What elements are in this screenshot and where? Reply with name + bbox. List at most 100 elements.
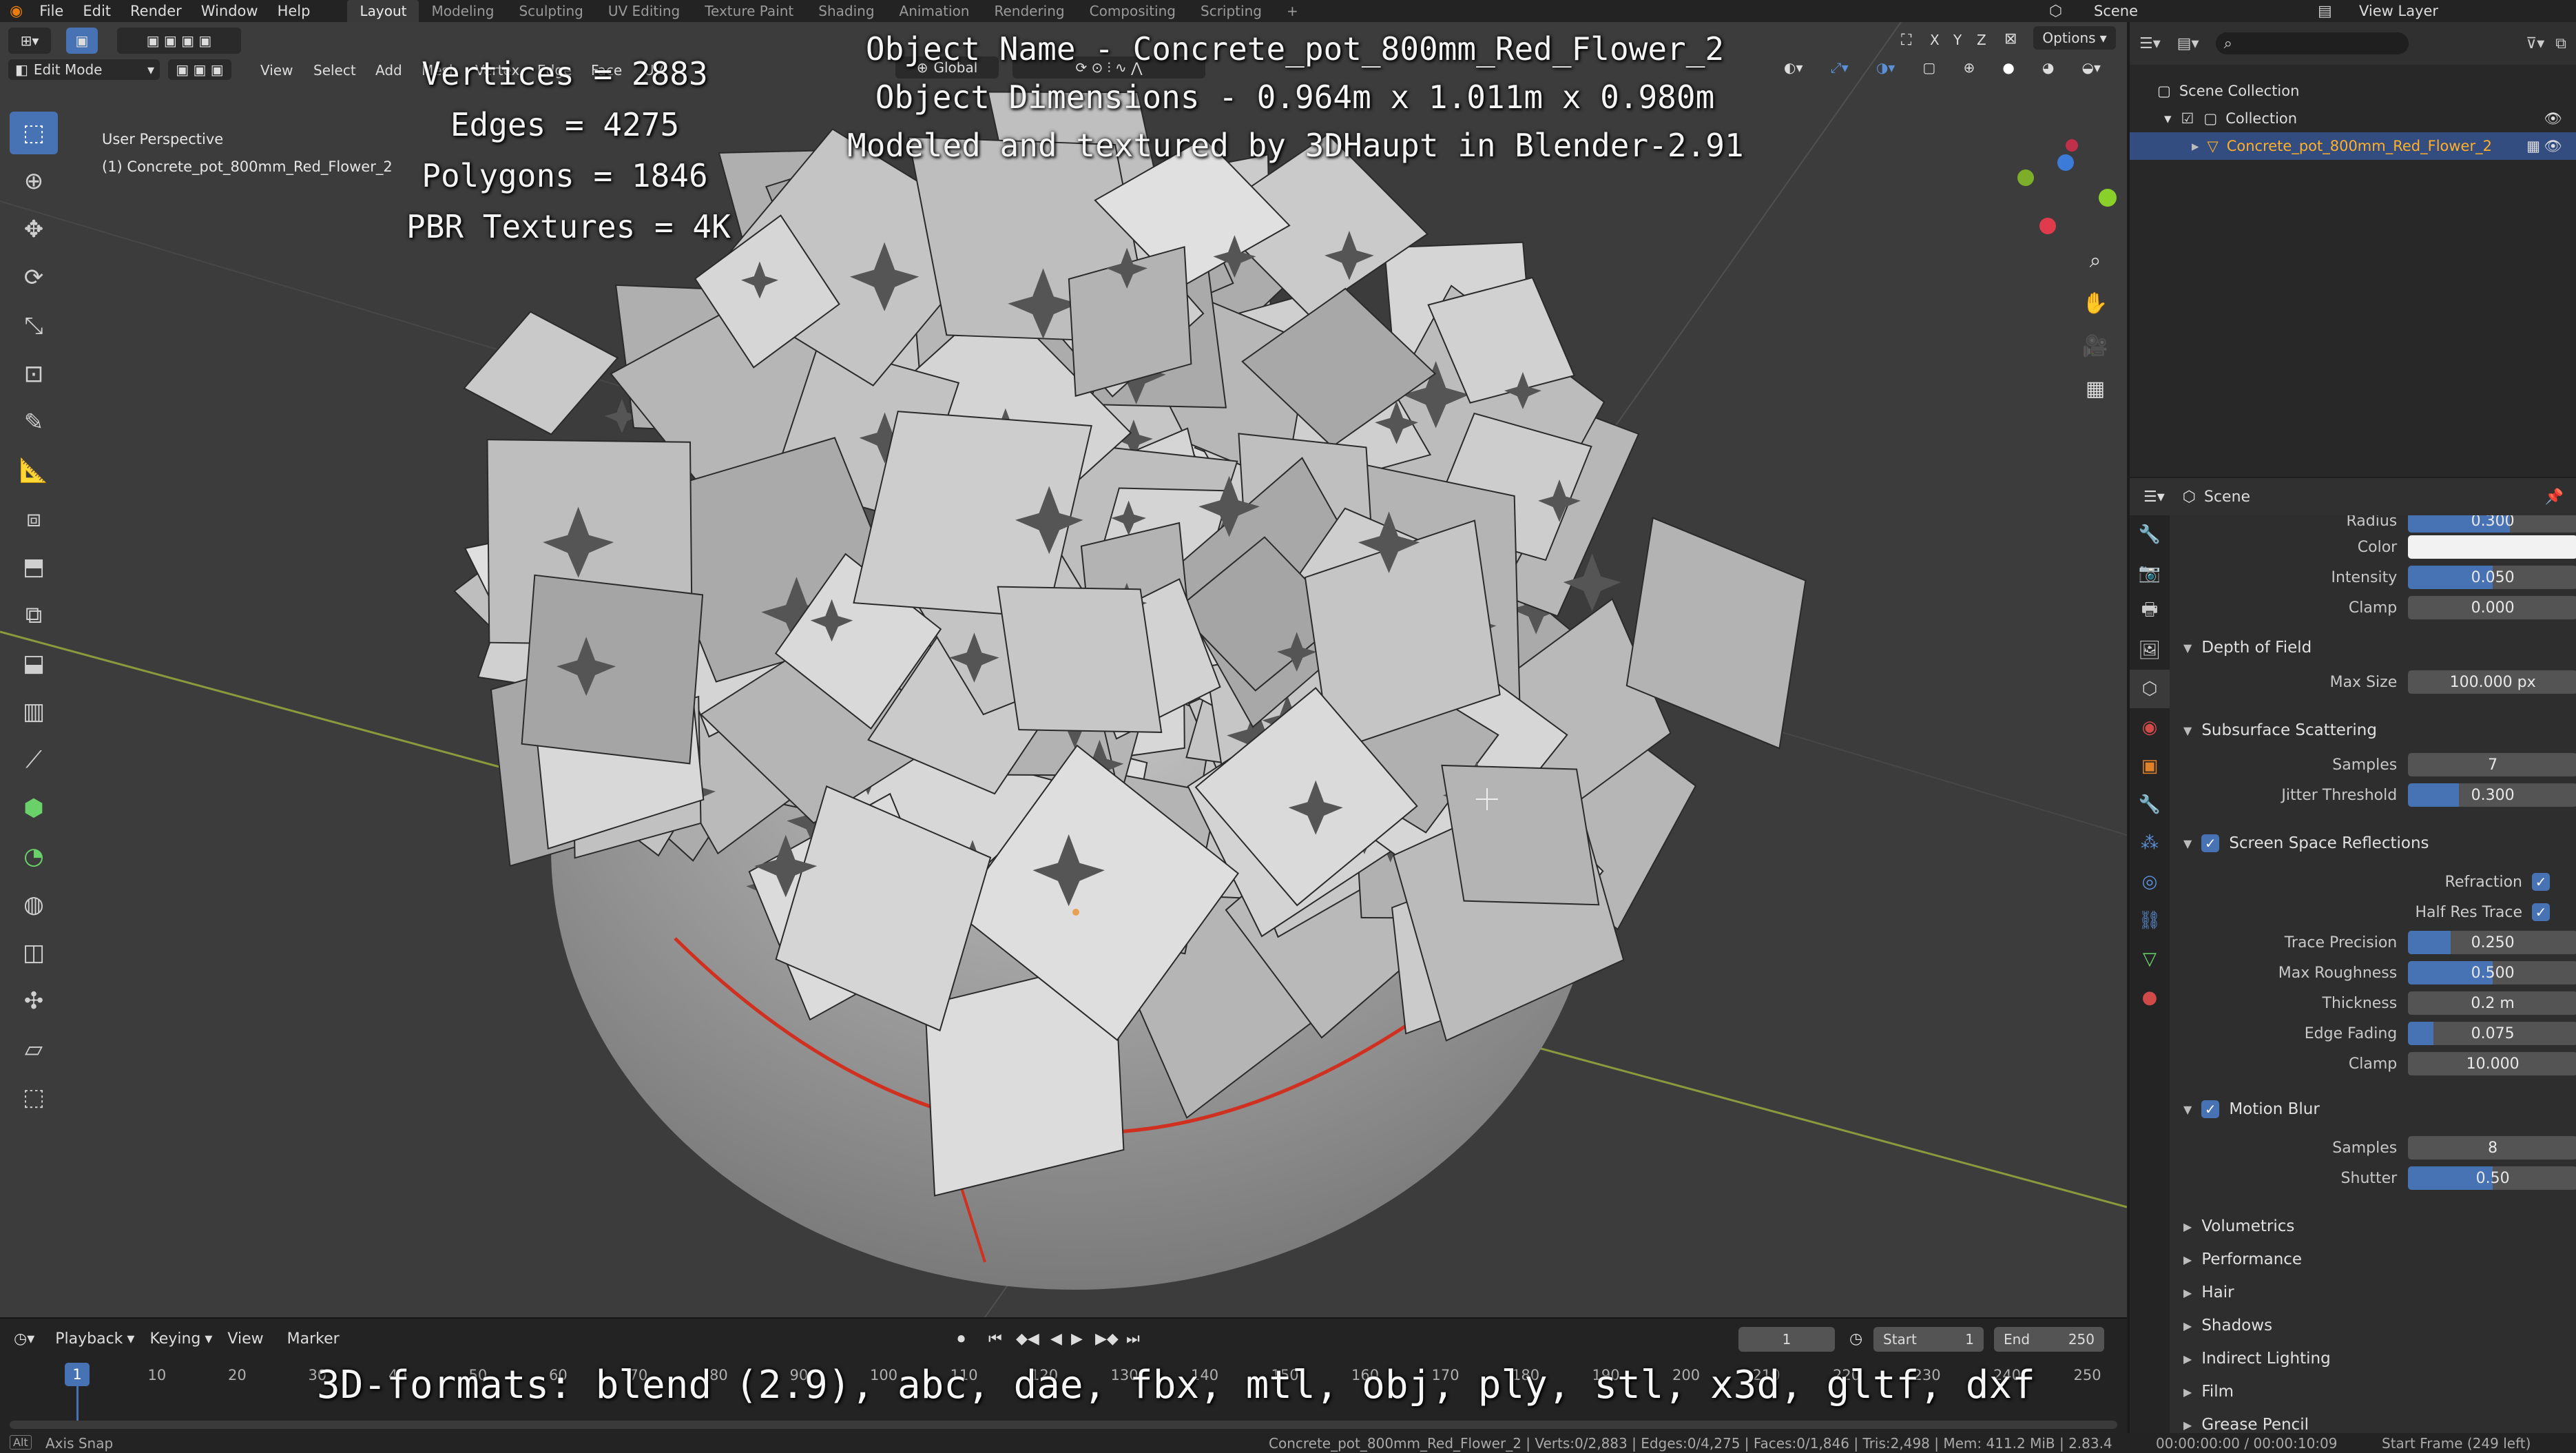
eye-icon[interactable]: 👁: [2544, 138, 2562, 155]
render-tab-icon[interactable]: 📷: [2130, 554, 2170, 592]
outliner-object[interactable]: ▸ ▽ Concrete_pot_800mm_Red_Flower_2 ▦ 👁: [2130, 132, 2576, 160]
thickness-field[interactable]: 0.2 m: [2408, 991, 2576, 1015]
menu-view[interactable]: View: [227, 1330, 263, 1348]
ssr-clamp-field[interactable]: 10.000: [2408, 1052, 2576, 1075]
editor-type-icon[interactable]: ◷▾: [14, 1330, 34, 1348]
performance-panel[interactable]: ▶ Performance: [2170, 1243, 2576, 1276]
clock-icon[interactable]: ◷: [1849, 1330, 1862, 1348]
tool-tab-icon[interactable]: 🔧: [2130, 515, 2170, 554]
menu-keying[interactable]: Keying: [149, 1330, 200, 1348]
material-shading-icon[interactable]: ◕: [2042, 59, 2054, 76]
end-frame-field[interactable]: End 250: [1994, 1327, 2104, 1352]
chevron-down-icon[interactable]: ▾: [2164, 110, 2172, 127]
bevel-tool-icon[interactable]: ⬓: [10, 642, 58, 685]
motion-blur-panel[interactable]: ▼ ✓ Motion Blur: [2170, 1093, 2576, 1126]
outliner-search-input[interactable]: ⌕: [2215, 32, 2409, 54]
new-collection-icon[interactable]: ⧉: [2555, 35, 2566, 52]
jump-start-icon[interactable]: ⏮: [988, 1330, 1002, 1348]
overlay-toggle-icon[interactable]: ◑▾: [1876, 59, 1895, 76]
refraction-checkbox[interactable]: ✓: [2532, 873, 2550, 891]
knife-tool-icon[interactable]: ⟋: [10, 739, 58, 781]
record-button[interactable]: ⏺: [957, 1330, 965, 1348]
menu-playback[interactable]: Playback: [55, 1330, 123, 1348]
shear-tool-icon[interactable]: ▱: [10, 1028, 58, 1071]
material-tab-icon[interactable]: ●: [2130, 978, 2170, 1017]
shutter-slider[interactable]: 0.50: [2408, 1166, 2576, 1190]
select-box-button[interactable]: ▣: [66, 28, 98, 54]
max-roughness-slider[interactable]: 0.500: [2408, 961, 2576, 985]
modifier-tab-icon[interactable]: 🔧: [2130, 785, 2170, 824]
indirect-lighting-panel[interactable]: ▶ Indirect Lighting: [2170, 1342, 2576, 1375]
tab-shading[interactable]: Shading: [806, 0, 886, 22]
tab-animation[interactable]: Animation: [887, 0, 982, 22]
display-mode-icon[interactable]: ▤▾: [2177, 35, 2199, 52]
edge-slide-tool-icon[interactable]: ◫: [10, 931, 58, 974]
loop-cut-tool-icon[interactable]: ▥: [10, 690, 58, 733]
spin-tool-icon[interactable]: ◔: [10, 835, 58, 878]
menu-view[interactable]: View: [260, 62, 293, 79]
z-axis-icon[interactable]: [2057, 154, 2074, 171]
tab-rendering[interactable]: Rendering: [981, 0, 1077, 22]
filter-icon[interactable]: ⊽▾: [2526, 35, 2544, 52]
hair-panel[interactable]: ▶ Hair: [2170, 1276, 2576, 1309]
volumetrics-panel[interactable]: ▶ Volumetrics: [2170, 1210, 2576, 1243]
menu-marker[interactable]: Marker: [287, 1330, 340, 1348]
shrink-fatten-tool-icon[interactable]: ✣: [10, 980, 58, 1022]
scene-tab-icon[interactable]: ⬡: [2130, 670, 2170, 708]
view-layer-selector[interactable]: View Layer: [2359, 3, 2438, 19]
mode-selector[interactable]: ◧ Edit Mode ▾: [8, 59, 160, 80]
3d-viewport[interactable]: ⊞▾ ▣ ▣ ▣ ▣ ▣ ◧ Edit Mode ▾ ▣ ▣ ▣ View Se…: [0, 22, 2127, 1317]
outliner-collection[interactable]: ▾ ☑ ▢ Collection 👁: [2130, 105, 2576, 132]
scale-tool-icon[interactable]: ⤡: [10, 305, 58, 347]
editor-type-icon[interactable]: ☰▾: [2143, 488, 2165, 506]
select-tool-icon[interactable]: ⬚: [10, 112, 58, 154]
neg-x-axis-icon[interactable]: [2039, 218, 2056, 234]
render-shading-icon[interactable]: ◒▾: [2081, 59, 2101, 76]
tab-texture-paint[interactable]: Texture Paint: [692, 0, 806, 22]
tab-layout[interactable]: Layout: [347, 0, 419, 22]
constraints-tab-icon[interactable]: ⛓: [2130, 901, 2170, 940]
checkbox-icon[interactable]: ☑: [2181, 110, 2194, 127]
mesh-options-icon[interactable]: ⊠: [2004, 30, 2017, 48]
options-button[interactable]: Options ▾: [2033, 26, 2116, 50]
tab-uv-editing[interactable]: UV Editing: [596, 0, 692, 22]
menu-edit[interactable]: Edit: [73, 3, 121, 19]
particles-tab-icon[interactable]: ⁂: [2130, 824, 2170, 863]
intensity-slider[interactable]: 0.050: [2408, 566, 2576, 589]
edge-fading-slider[interactable]: 0.075: [2408, 1022, 2576, 1045]
tab-modeling[interactable]: Modeling: [419, 0, 506, 22]
mb-samples-field[interactable]: 8: [2408, 1136, 2576, 1160]
xray-toggle-icon[interactable]: ▢: [1922, 59, 1935, 76]
tab-scripting[interactable]: Scripting: [1188, 0, 1274, 22]
axis-x-toggle[interactable]: X: [1930, 32, 1940, 48]
transform-tool-icon[interactable]: ⊡: [10, 353, 58, 395]
pan-hand-icon[interactable]: ✋: [2077, 285, 2113, 321]
tab-compositing[interactable]: Compositing: [1077, 0, 1188, 22]
trace-precision-slider[interactable]: 0.250: [2408, 931, 2576, 954]
select-mode-buttons[interactable]: ▣ ▣ ▣ ▣: [117, 28, 241, 54]
half-res-checkbox[interactable]: ✓: [2532, 903, 2550, 921]
physics-tab-icon[interactable]: ◎: [2130, 863, 2170, 901]
clamp-field[interactable]: 0.000: [2408, 596, 2576, 619]
pin-icon[interactable]: 📌: [2545, 488, 2564, 506]
start-frame-field[interactable]: Start 1: [1873, 1327, 1984, 1352]
navigation-gizmo[interactable]: [1994, 139, 2118, 249]
menu-select[interactable]: Select: [313, 62, 356, 79]
mirror-icon[interactable]: ⛶: [1901, 32, 1911, 49]
editor-type-icon[interactable]: ☰▾: [2139, 35, 2161, 52]
camera-view-icon[interactable]: 🎥: [2077, 328, 2113, 364]
menu-add[interactable]: Add: [375, 62, 402, 79]
smooth-tool-icon[interactable]: ◍: [10, 883, 58, 926]
wireframe-shading-icon[interactable]: ⊕: [1963, 59, 1975, 76]
menu-window[interactable]: Window: [191, 3, 268, 19]
ssr-panel[interactable]: ▼ ✓ Screen Space Reflections: [2170, 827, 2576, 860]
poly-build-tool-icon[interactable]: ⬢: [10, 787, 58, 829]
film-panel[interactable]: ▶ Film: [2170, 1375, 2576, 1408]
output-tab-icon[interactable]: 🖶: [2130, 592, 2170, 631]
eye-icon[interactable]: 👁: [2544, 110, 2562, 127]
cursor-tool-icon[interactable]: ⊕: [10, 160, 58, 203]
move-tool-icon[interactable]: ✥: [10, 208, 58, 251]
rip-tool-icon[interactable]: ⬚: [10, 1076, 58, 1119]
play-icon[interactable]: ▶: [1071, 1330, 1083, 1348]
data-tab-icon[interactable]: ▽: [2130, 940, 2170, 978]
